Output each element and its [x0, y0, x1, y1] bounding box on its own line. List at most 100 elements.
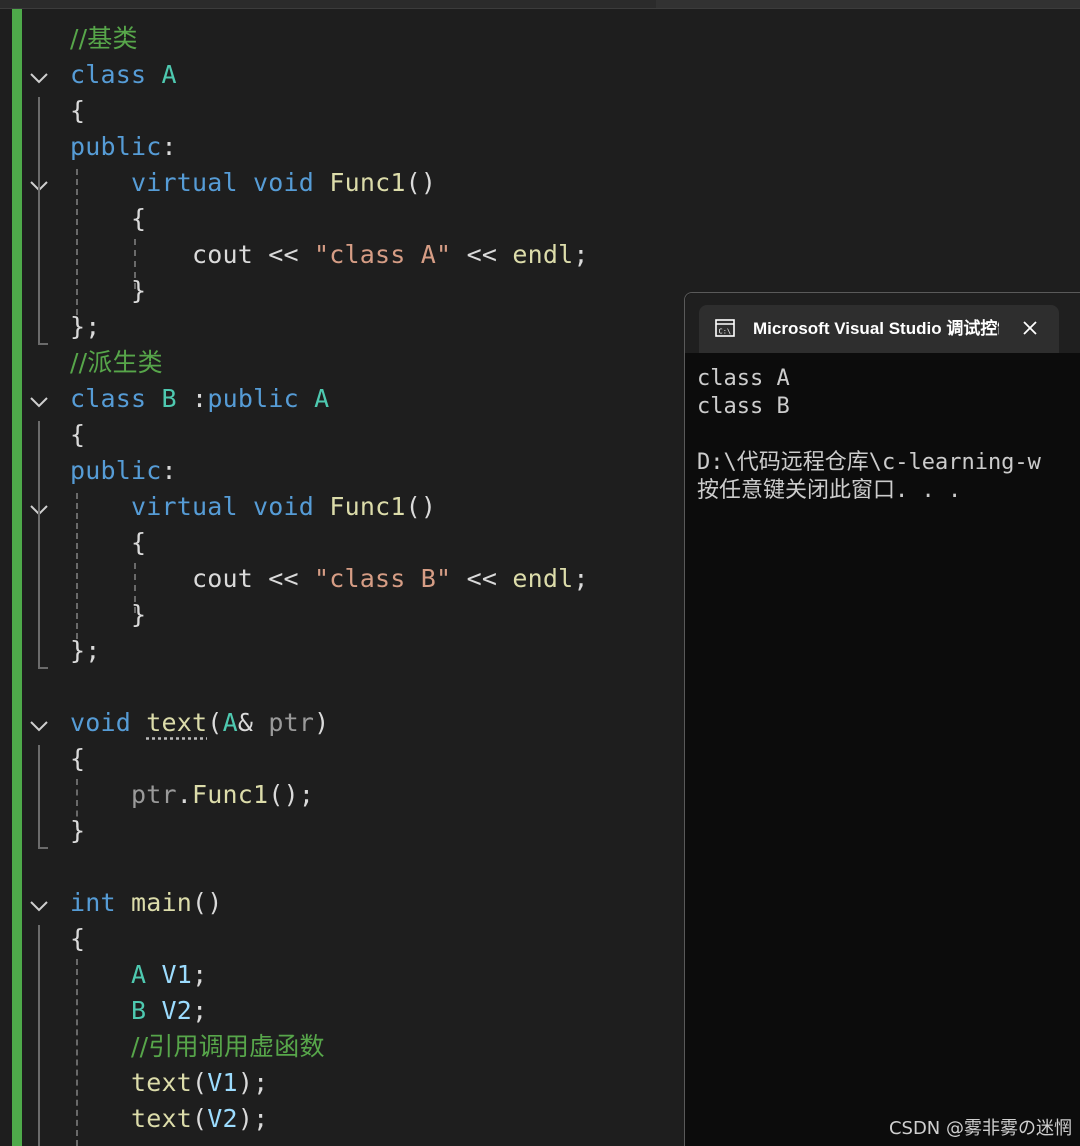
code-token: Func1 — [192, 780, 269, 809]
code-line[interactable]: void text(A& ptr) — [70, 705, 329, 741]
code-line[interactable]: } — [70, 273, 146, 309]
code-line[interactable]: { — [70, 417, 85, 453]
code-line[interactable]: { — [70, 93, 85, 129]
code-token: //基类 — [70, 24, 138, 53]
editor-tab-strip[interactable] — [656, 0, 1080, 8]
debug-console-window[interactable]: C:\ Microsoft Visual Studio 调试控制台 class … — [684, 292, 1080, 1146]
code-line[interactable]: }; — [70, 309, 101, 345]
code-token: A — [161, 60, 177, 89]
code-token: ; — [192, 996, 208, 1025]
code-token: virtual — [131, 492, 238, 521]
top-tab-bar — [0, 0, 1080, 9]
code-line[interactable]: //基类 — [70, 21, 138, 57]
code-line[interactable]: //派生类 — [70, 345, 163, 381]
code-token: V2 — [207, 1104, 238, 1133]
code-token: cout — [192, 240, 254, 269]
code-line[interactable]: public: — [70, 453, 177, 489]
code-token: virtual — [131, 168, 238, 197]
code-token: A — [314, 384, 330, 413]
code-token: } — [131, 600, 147, 629]
code-token: ; — [573, 240, 589, 269]
code-token: << — [253, 564, 315, 593]
code-token: B — [161, 384, 177, 413]
code-line[interactable]: text(V2); — [70, 1101, 268, 1137]
code-token: V2 — [161, 996, 193, 1025]
code-token: { — [70, 420, 86, 449]
code-line[interactable]: { — [70, 741, 85, 777]
code-token: endl — [512, 564, 574, 593]
code-line[interactable]: } — [70, 597, 146, 633]
code-line[interactable]: //引用调用虚函数 — [70, 1029, 325, 1065]
code-line[interactable]: virtual void Func1() — [70, 165, 436, 201]
code-token: "class B" — [314, 564, 452, 593]
console-titlebar[interactable]: C:\ Microsoft Visual Studio 调试控制台 — [685, 293, 1080, 353]
outline-guide-class-b — [38, 421, 40, 669]
code-token: text — [146, 708, 208, 737]
svg-text:C:\: C:\ — [719, 328, 732, 336]
code-token: class — [70, 384, 147, 413]
code-line[interactable]: { — [70, 201, 146, 237]
code-token: } — [131, 276, 147, 305]
code-line[interactable]: ptr.Func1(); — [70, 777, 314, 813]
code-token: //派生类 — [70, 348, 163, 377]
code-token: int — [70, 888, 116, 917]
collapse-main-icon[interactable] — [28, 895, 50, 917]
code-token: ); — [237, 1068, 269, 1097]
code-token: () — [405, 492, 437, 521]
close-icon[interactable] — [1017, 315, 1043, 341]
collapse-class-a-icon[interactable] — [28, 67, 50, 89]
code-token: void — [253, 492, 315, 521]
outline-guide-end — [38, 343, 48, 345]
code-token: { — [70, 744, 86, 773]
code-token: ; — [192, 960, 208, 989]
code-line[interactable]: cout << "class B" << endl; — [70, 561, 589, 597]
code-token: }; — [70, 312, 101, 341]
code-token: ; — [573, 564, 589, 593]
console-line: class B — [697, 394, 790, 419]
code-token: () — [192, 888, 223, 917]
code-line[interactable]: A V1; — [70, 957, 207, 993]
code-line[interactable]: { — [70, 525, 146, 561]
code-line[interactable]: { — [70, 921, 85, 957]
code-line[interactable]: cout << "class A" << endl; — [70, 237, 589, 273]
console-output[interactable]: class A class B D:\代码远程仓库\c-learning-w 按… — [697, 365, 1080, 1125]
console-tab[interactable]: C:\ Microsoft Visual Studio 调试控制台 — [699, 305, 1059, 353]
code-token: ) — [314, 708, 330, 737]
code-token: V1 — [207, 1068, 238, 1097]
collapse-class-b-icon[interactable] — [28, 391, 50, 413]
csdn-watermark: CSDN @雾非雾の迷惘 — [888, 1118, 1072, 1139]
code-line[interactable]: virtual void Func1() — [70, 489, 436, 525]
collapse-text-function-icon[interactable] — [28, 715, 50, 737]
code-line[interactable]: } — [70, 813, 85, 849]
code-token: << — [253, 240, 315, 269]
code-line[interactable]: class A — [70, 57, 177, 93]
code-line[interactable]: }; — [70, 633, 101, 669]
code-line[interactable]: B V2; — [70, 993, 207, 1029]
code-token: & — [237, 708, 269, 737]
code-token: { — [131, 528, 147, 557]
code-line[interactable]: public: — [70, 129, 177, 165]
code-line[interactable]: text(V1); — [70, 1065, 268, 1101]
code-line[interactable]: int main() — [70, 885, 223, 921]
code-token: ptr — [131, 780, 177, 809]
console-line: class A — [697, 366, 790, 391]
code-line[interactable]: class B :public A — [70, 381, 329, 417]
